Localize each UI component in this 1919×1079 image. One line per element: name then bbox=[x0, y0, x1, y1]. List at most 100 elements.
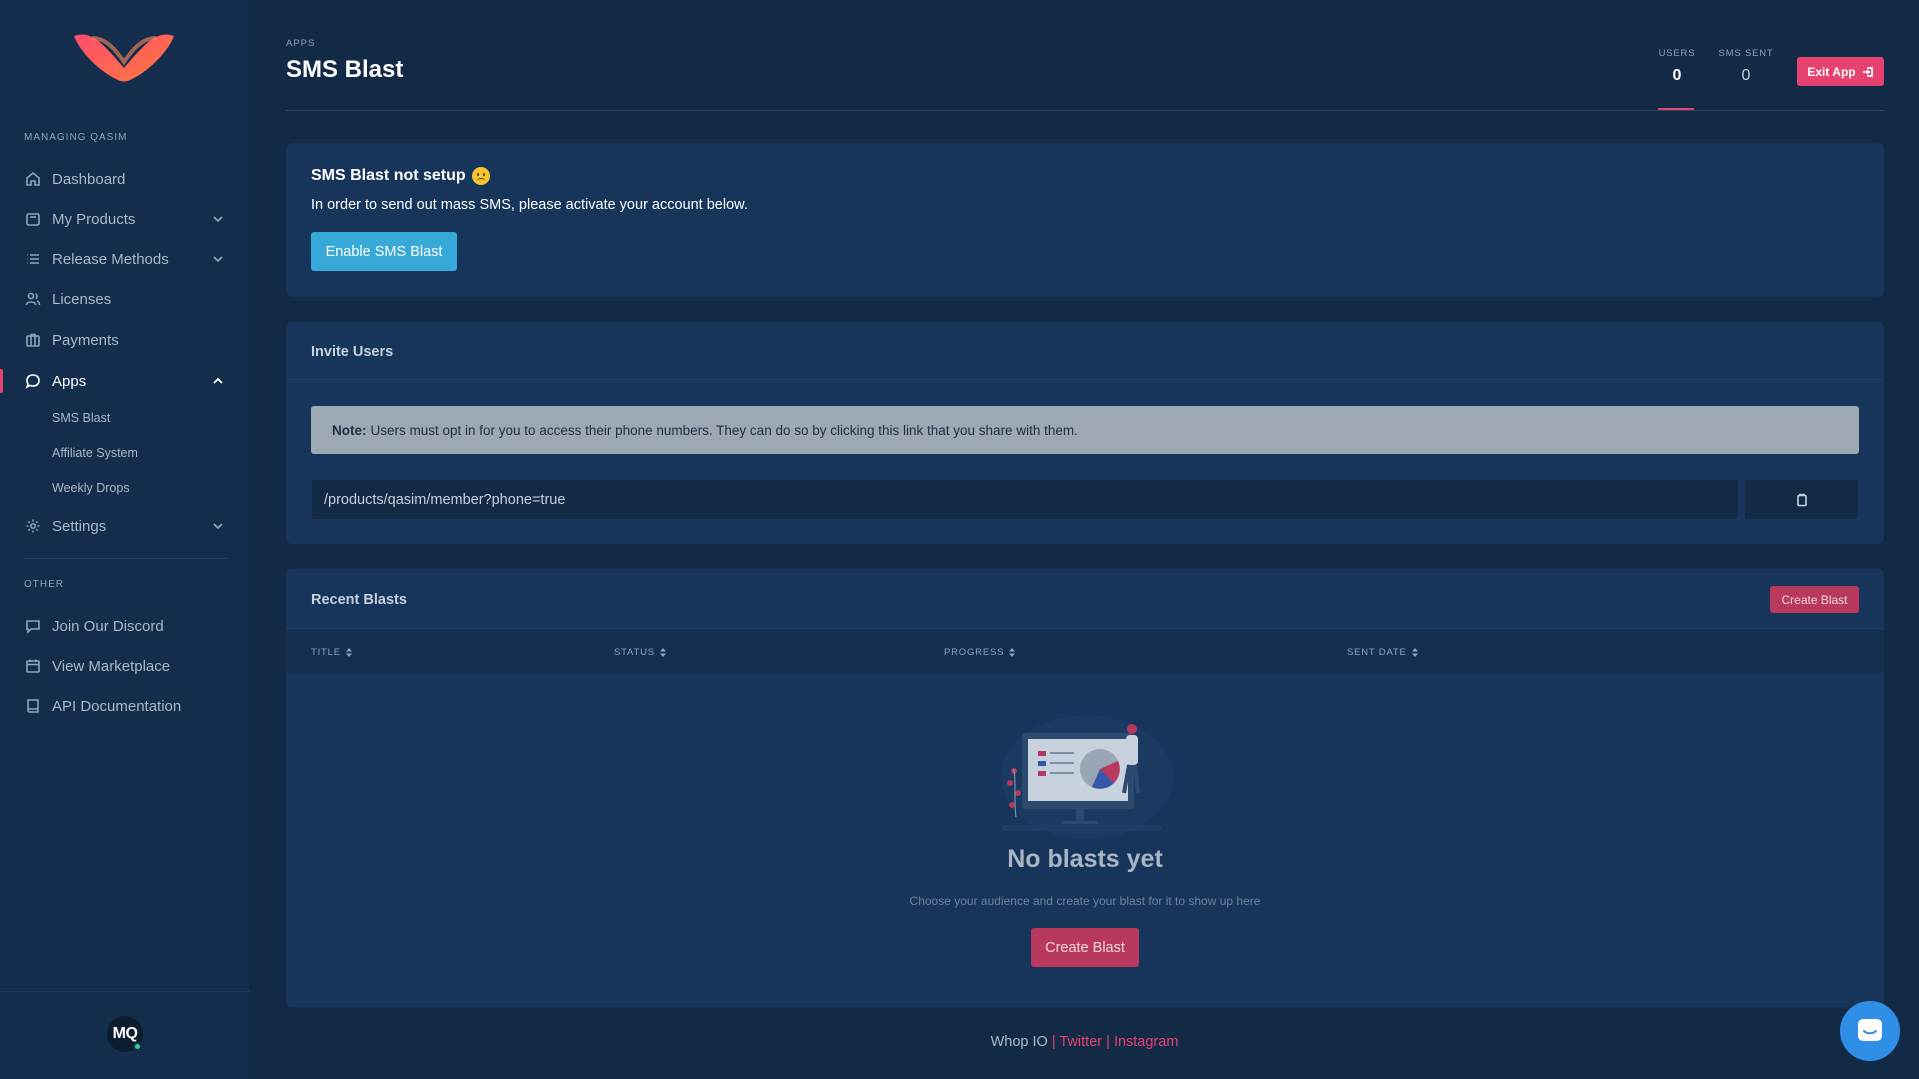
chevron-down-icon bbox=[212, 519, 224, 531]
sidebar-item-label: Licenses bbox=[52, 290, 112, 308]
instagram-link[interactable]: Instagram bbox=[1114, 1034, 1178, 1050]
sort-icon bbox=[659, 648, 666, 657]
chat-icon bbox=[24, 372, 42, 390]
managing-label: MANAGING QASIM bbox=[24, 132, 128, 143]
users-stat-label: USERS bbox=[1658, 48, 1696, 59]
sidebar-item-api-documentation[interactable]: API Documentation bbox=[0, 686, 250, 726]
sidebar-subitem-affiliate-system[interactable]: Affiliate System bbox=[52, 446, 138, 460]
sidebar-item-payments[interactable]: Payments bbox=[0, 320, 250, 360]
copy-link-button[interactable] bbox=[1744, 479, 1859, 520]
create-blast-button[interactable]: Create Blast bbox=[1770, 586, 1859, 613]
invite-users-card: Invite Users Note: Users must opt in for… bbox=[286, 322, 1884, 544]
online-status-dot bbox=[133, 1042, 142, 1051]
column-label: TITLE bbox=[311, 647, 341, 658]
header-divider bbox=[286, 110, 1884, 111]
users-stat-value: 0 bbox=[1672, 67, 1682, 84]
sidebar-divider bbox=[24, 558, 226, 559]
sms-sent-stat-label: SMS SENT bbox=[1718, 48, 1774, 59]
sidebar-item-settings[interactable]: Settings bbox=[0, 506, 250, 546]
sidebar-item-licenses[interactable]: Licenses bbox=[0, 279, 250, 319]
sidebar-subitem-weekly-drops[interactable]: Weekly Drops bbox=[52, 481, 130, 495]
sidebar-subitem-sms-blast[interactable]: SMS Blast bbox=[52, 411, 110, 425]
opt-in-note: Note: Users must opt in for you to acces… bbox=[311, 406, 1859, 454]
sidebar-item-my-products[interactable]: My Products bbox=[0, 199, 250, 239]
sidebar-item-label: Payments bbox=[52, 331, 119, 349]
sort-icon bbox=[1009, 648, 1016, 657]
invite-link-input[interactable] bbox=[311, 479, 1739, 520]
note-label: Note: bbox=[332, 422, 367, 438]
box-icon bbox=[24, 210, 42, 228]
chevron-down-icon bbox=[212, 252, 224, 264]
sidebar-item-label: Apps bbox=[52, 372, 87, 390]
list-icon bbox=[24, 250, 42, 268]
sidebar-item-label: Settings bbox=[52, 517, 107, 535]
chevron-down-icon bbox=[212, 212, 224, 224]
book-icon bbox=[24, 697, 42, 715]
sidebar-item-apps[interactable]: Apps bbox=[0, 361, 250, 401]
sidebar-item-label: API Documentation bbox=[52, 697, 182, 715]
column-label: PROGRESS bbox=[944, 647, 1005, 658]
clipboard-icon bbox=[1796, 493, 1807, 506]
avatar[interactable]: MQ bbox=[107, 1016, 143, 1052]
footer-brand: Whop IO bbox=[990, 1034, 1048, 1050]
table-header: TITLE STATUS PROGRESS SENT DATE bbox=[286, 630, 1884, 674]
note-text: Users must opt in for you to access thei… bbox=[370, 422, 1078, 438]
empty-state-subtitle: Choose your audience and create your bla… bbox=[909, 894, 1261, 908]
column-progress[interactable]: PROGRESS bbox=[944, 647, 1016, 658]
breadcrumb: APPS bbox=[286, 38, 316, 49]
sort-icon bbox=[345, 648, 352, 657]
exit-app-label: Exit App bbox=[1807, 64, 1856, 79]
recent-blasts-title: Recent Blasts bbox=[311, 592, 407, 608]
enable-sms-blast-button[interactable]: Enable SMS Blast bbox=[311, 232, 457, 271]
sidebar-item-label: My Products bbox=[52, 210, 136, 228]
setup-card: SMS Blast not setup In order to send out… bbox=[286, 143, 1884, 297]
setup-title-row: SMS Blast not setup bbox=[311, 167, 490, 185]
exit-app-button[interactable]: Exit App bbox=[1797, 57, 1884, 86]
page-title: SMS Blast bbox=[286, 56, 404, 83]
sidebar-item-label: Join Our Discord bbox=[52, 617, 164, 635]
gear-icon bbox=[24, 517, 42, 535]
sidebar-item-join-discord[interactable]: Join Our Discord bbox=[0, 606, 250, 646]
column-status[interactable]: STATUS bbox=[614, 647, 666, 658]
sidebar-item-release-methods[interactable]: Release Methods bbox=[0, 239, 250, 279]
other-label: OTHER bbox=[24, 579, 64, 590]
sidebar-item-view-marketplace[interactable]: View Marketplace bbox=[0, 646, 250, 686]
briefcase-icon bbox=[24, 331, 42, 349]
sidebar-item-label: Dashboard bbox=[52, 170, 126, 188]
message-icon bbox=[24, 617, 42, 635]
column-title[interactable]: TITLE bbox=[311, 647, 352, 658]
avatar-initials: MQ bbox=[112, 1025, 138, 1042]
sidebar-item-label: View Marketplace bbox=[52, 657, 171, 675]
sort-icon bbox=[1411, 648, 1418, 657]
recent-blasts-card: Recent Blasts Create Blast TITLE STATUS … bbox=[286, 569, 1884, 1007]
column-label: SENT DATE bbox=[1347, 647, 1407, 658]
empty-state-illustration bbox=[1001, 715, 1173, 839]
sidebar-item-dashboard[interactable]: Dashboard bbox=[0, 159, 250, 199]
invite-users-header: Invite Users bbox=[286, 322, 1884, 380]
sidebar-item-label: Release Methods bbox=[52, 250, 169, 268]
column-label: STATUS bbox=[614, 647, 655, 658]
page-footer: Whop IO | Twitter | Instagram bbox=[250, 1034, 1919, 1050]
exit-icon bbox=[1862, 66, 1873, 77]
setup-description: In order to send out mass SMS, please ac… bbox=[311, 197, 748, 213]
setup-title: SMS Blast not setup bbox=[311, 167, 466, 184]
users-icon bbox=[24, 290, 42, 308]
twitter-link[interactable]: Twitter bbox=[1059, 1034, 1102, 1050]
footer-separator: | bbox=[1051, 1034, 1056, 1050]
worried-face-icon bbox=[471, 167, 490, 185]
chat-launcher-button[interactable] bbox=[1840, 1001, 1900, 1061]
sidebar: MANAGING QASIM Dashboard My Products Rel… bbox=[0, 0, 250, 1079]
empty-state-title: No blasts yet bbox=[1007, 845, 1163, 873]
sms-sent-stat-value: 0 bbox=[1741, 67, 1751, 84]
sms-sent-stat: SMS SENT 0 bbox=[1716, 48, 1776, 85]
invite-users-title: Invite Users bbox=[311, 344, 394, 360]
chevron-up-icon bbox=[212, 374, 224, 386]
whop-logo[interactable] bbox=[72, 28, 176, 84]
recent-blasts-header: Recent Blasts Create Blast bbox=[286, 569, 1884, 629]
footer-separator: | bbox=[1106, 1034, 1110, 1050]
calendar-icon bbox=[24, 657, 42, 675]
users-stat: USERS 0 bbox=[1658, 48, 1696, 85]
home-icon bbox=[24, 170, 42, 188]
column-sent-date[interactable]: SENT DATE bbox=[1347, 647, 1418, 658]
create-blast-cta-button[interactable]: Create Blast bbox=[1031, 928, 1139, 967]
